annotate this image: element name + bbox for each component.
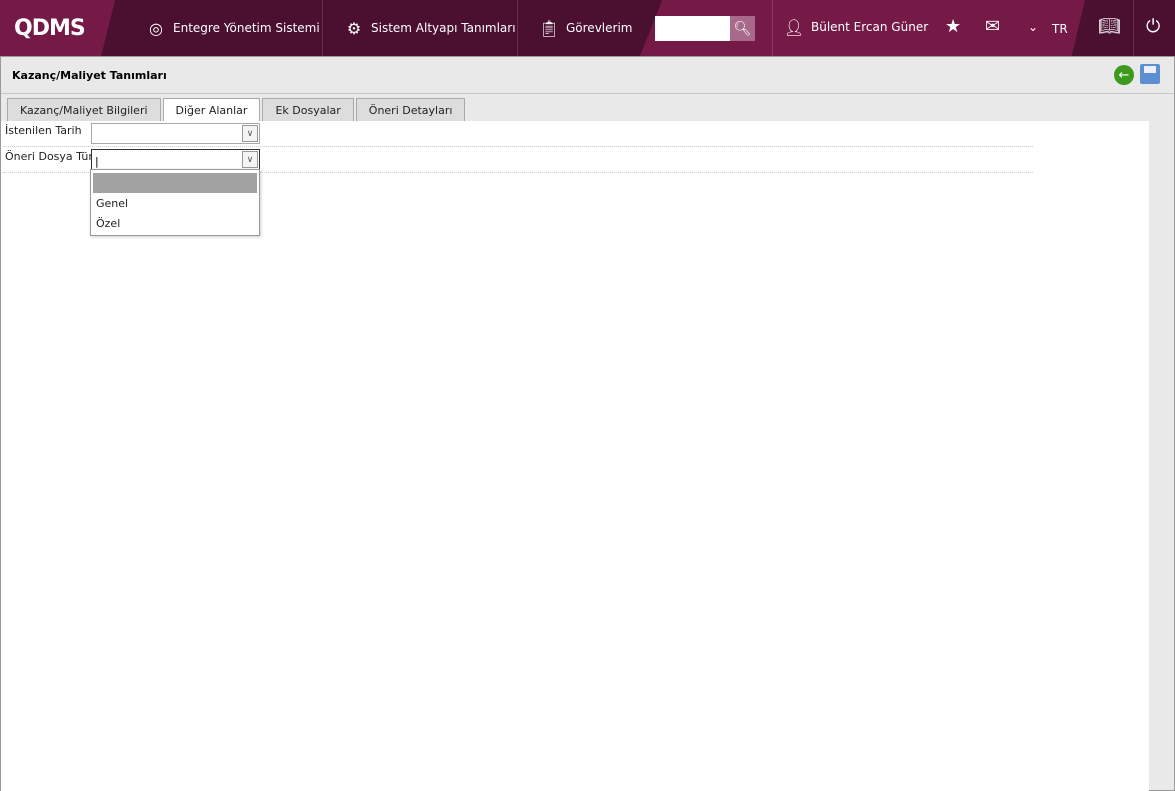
nav-sistem-altyapi[interactable]: ⚙ Sistem Altyapı Tanımları [323,0,518,56]
arrow-left-icon: ← [1118,67,1130,83]
mail-icon[interactable]: ✉ [985,16,1000,37]
form-row-istenilen-tarih: İstenilen Tarih ∨ [3,121,1033,147]
dropdown-option-genel[interactable]: Genel [91,193,259,213]
user-icon: 👤︎ [783,17,805,37]
content-area: Kazanç/Maliyet Tanımları ← Kazanç/Maliye… [0,56,1175,791]
page-title: Kazanç/Maliyet Tanımları [12,69,167,82]
search-icon: 🔍︎ [733,20,752,37]
tab-oneri-detaylari[interactable]: Öneri Detayları [355,98,466,121]
floppy-disk-icon [1144,66,1156,73]
tab-bar: Kazanç/Maliyet Bilgileri Diğer Alanlar E… [7,98,466,121]
clipboard-icon: 📋︎ [538,18,560,38]
language-selector[interactable]: TR [1052,22,1068,36]
divider [1,93,1174,94]
manual-book-icon[interactable]: 📖︎ [1098,16,1121,37]
power-icon[interactable]: ⏻ [1146,16,1160,37]
dropdown-list: Genel Özel [90,169,260,236]
oneri-dosya-turu-select[interactable]: | ∨ [91,149,260,170]
chevron-down-icon[interactable]: ⌄ [1028,20,1038,34]
chevron-down-icon[interactable]: ∨ [242,125,258,142]
divider [772,0,773,56]
q-logo-icon: ◎ [149,18,163,38]
top-navbar: QDMS ◎ Entegre Yönetim Sistemi ⚙ Sistem Al… [0,0,1175,56]
save-button[interactable] [1140,64,1160,84]
nav-entegre-yonetim-sistemi[interactable]: ◎ Entegre Yönetim Sistemi [125,0,323,56]
search-button[interactable]: 🔍︎ [730,16,755,41]
tab-ek-dosyalar[interactable]: Ek Dosyalar [262,98,354,121]
tab-diger-alanlar[interactable]: Diğer Alanlar [162,98,261,121]
dropdown-option-ozel[interactable]: Özel [91,213,259,233]
back-button[interactable]: ← [1114,65,1134,85]
search-input[interactable] [655,16,730,41]
tab-kazanc-maliyet-bilgileri[interactable]: Kazanç/Maliyet Bilgileri [7,98,161,121]
istenilen-tarih-select[interactable]: ∨ [91,123,260,144]
divider [1133,0,1134,56]
chevron-down-icon[interactable]: ∨ [242,151,258,168]
star-icon[interactable]: ★ [945,16,961,37]
gear-icon: ⚙ [346,18,362,38]
user-menu[interactable]: 👤︎ Bülent Ercan Güner [783,17,928,37]
dropdown-option-empty[interactable] [93,173,257,193]
qdms-logo[interactable]: QDMS [0,0,115,56]
nav-gorevlerim[interactable]: 📋︎ Görevlerim [518,0,640,56]
